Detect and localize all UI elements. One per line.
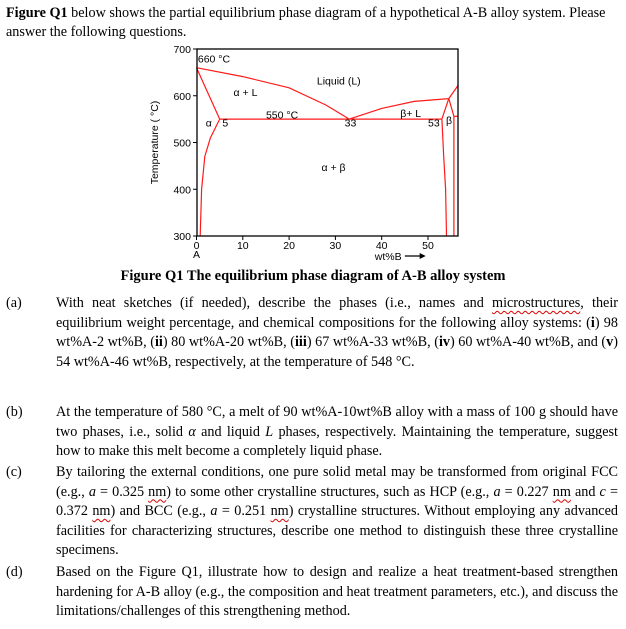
y-tick-label: 300 xyxy=(173,231,191,243)
question-text-segment: and xyxy=(570,483,600,500)
question-c: (c) By tailoring the external conditions… xyxy=(6,463,618,561)
question-text-segment: ) 67 wt%A-33 wt%B, ( xyxy=(306,334,439,350)
axis-ticks: 0 10 20 30 40 50300400500600700 xyxy=(173,44,434,252)
question-b: (b) At the temperature of 580 °C, a melt… xyxy=(6,403,618,462)
annotation-label: 550 °C xyxy=(266,109,299,121)
y-tick-label: 600 xyxy=(173,91,191,103)
question-label: (a) xyxy=(6,295,22,311)
question-text: At the temperature of 580 °C, a melt of … xyxy=(56,403,618,462)
x-tick-label: 30 xyxy=(330,240,342,252)
question-text-segment: nm xyxy=(92,503,111,519)
question-text-segment: ) to some other crystalline structures, … xyxy=(166,483,494,500)
question-label: (c) xyxy=(6,464,22,480)
question-text: By tailoring the external conditions, on… xyxy=(56,463,618,561)
annotation-label: 33 xyxy=(345,117,357,129)
series-solvus-alpha xyxy=(199,118,221,237)
series-liquidus-beta-upper xyxy=(448,85,459,99)
question-text-segment: ) 80 wt%A-20 wt%B, ( xyxy=(162,334,295,350)
question-text-segment: and liquid xyxy=(195,423,266,440)
y-tick-label: 700 xyxy=(173,44,191,56)
question-text-segment: = 0.251 xyxy=(217,503,271,519)
annotation-label: α + L xyxy=(234,87,258,99)
annotation-label: β xyxy=(446,115,452,127)
question-text-segment: = 0.227 xyxy=(500,483,553,500)
question-text: Based on the Figure Q1, illustrate how t… xyxy=(56,563,618,622)
question-text-segment: nm xyxy=(270,503,289,519)
question-a: (a) With neat sketches (if needed), desc… xyxy=(6,294,618,372)
annotation-label: 660 °C xyxy=(198,53,231,65)
question-text-segment: ii xyxy=(154,334,163,350)
annotation-label: α xyxy=(206,117,212,129)
question-text-segment: = 0.325 xyxy=(95,483,149,500)
x-tick-label: 10 xyxy=(237,240,249,252)
question-text-segment: a xyxy=(493,483,501,500)
series-solidus-alpha xyxy=(195,67,221,120)
question-text-segment: L xyxy=(265,423,274,440)
question-text-segment: α xyxy=(188,423,196,440)
x-axis-arrow-icon xyxy=(404,253,426,259)
question-text-segment: iv xyxy=(438,334,450,350)
question-text-segment: Based on the Figure Q1, illustrate how t… xyxy=(56,564,618,619)
question-text-segment: ) 60 wt%A-40 wt%B, and ( xyxy=(449,334,607,350)
question-label: (d) xyxy=(6,564,23,580)
annotations: 660 °C Liquid (L) α + L 550 °C β+ L α 5 33 53 β α … xyxy=(198,53,452,173)
x-axis-label: wt%B xyxy=(374,251,402,263)
question-text-segment: iii xyxy=(294,334,307,350)
question-d: (d) Based on the Figure Q1, illustrate h… xyxy=(6,563,618,622)
question-text-segment: ) and BCC (e.g., xyxy=(110,503,211,519)
annotation-label: α + β xyxy=(322,162,346,174)
figure-caption: Figure Q1 The equilibrium phase diagram … xyxy=(120,268,506,284)
annotation-label: Liquid (L) xyxy=(317,75,361,87)
question-text-segment: a xyxy=(88,483,96,500)
series-liquidus-beta xyxy=(349,98,449,120)
y-tick-label: 400 xyxy=(173,184,191,196)
question-text-segment: microstructures xyxy=(492,295,581,311)
phase-diagram-chart: 0 10 20 30 40 50300400500600700 660 °CLiquid … xyxy=(149,44,459,263)
series-solvus-beta xyxy=(441,119,448,237)
annotation-label: β+ L xyxy=(400,108,421,120)
question-text-segment: nm xyxy=(148,483,167,500)
y-tick-label: 500 xyxy=(173,138,191,150)
annotation-label: 53 xyxy=(428,117,440,129)
y-axis-label: Temperature ( °C) xyxy=(149,101,161,185)
question-text: With neat sketches (if needed), describe… xyxy=(56,294,618,372)
question-label: (b) xyxy=(6,404,23,420)
x-tick-label: 20 xyxy=(283,240,295,252)
question-text-segment: With neat sketches (if needed), describe… xyxy=(56,295,493,311)
annotation-label: 5 xyxy=(222,117,228,129)
x-origin-sublabel: A xyxy=(193,249,200,261)
x-tick-label: 50 xyxy=(422,240,434,252)
question-text-segment: nm xyxy=(552,483,571,500)
